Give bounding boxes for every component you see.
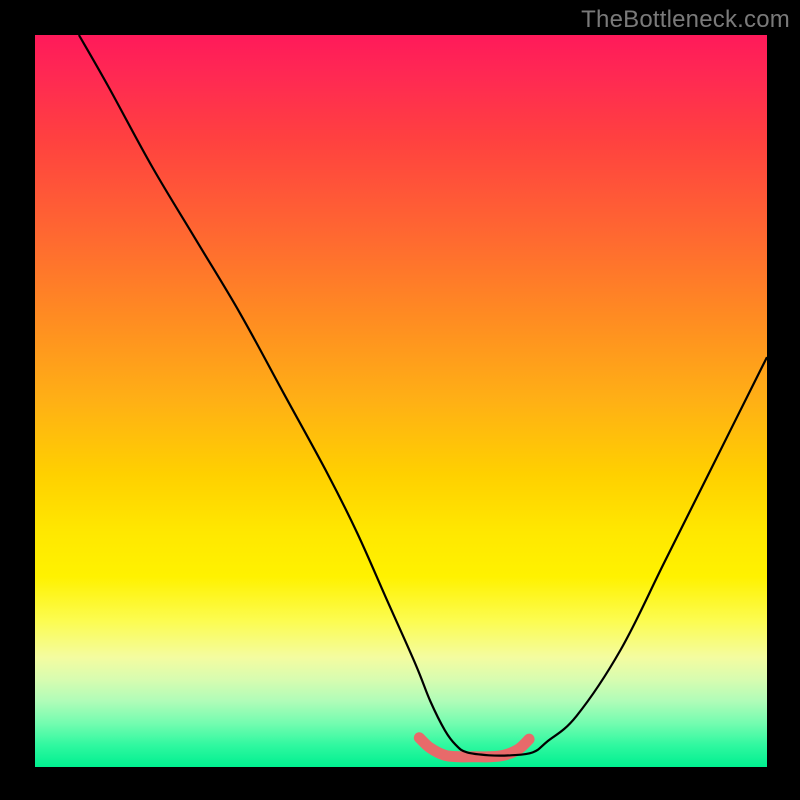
chart-stage: TheBottleneck.com — [0, 0, 800, 800]
series-curve — [79, 35, 767, 756]
chart-series-group — [79, 35, 767, 757]
chart-overlay-svg — [0, 0, 800, 800]
